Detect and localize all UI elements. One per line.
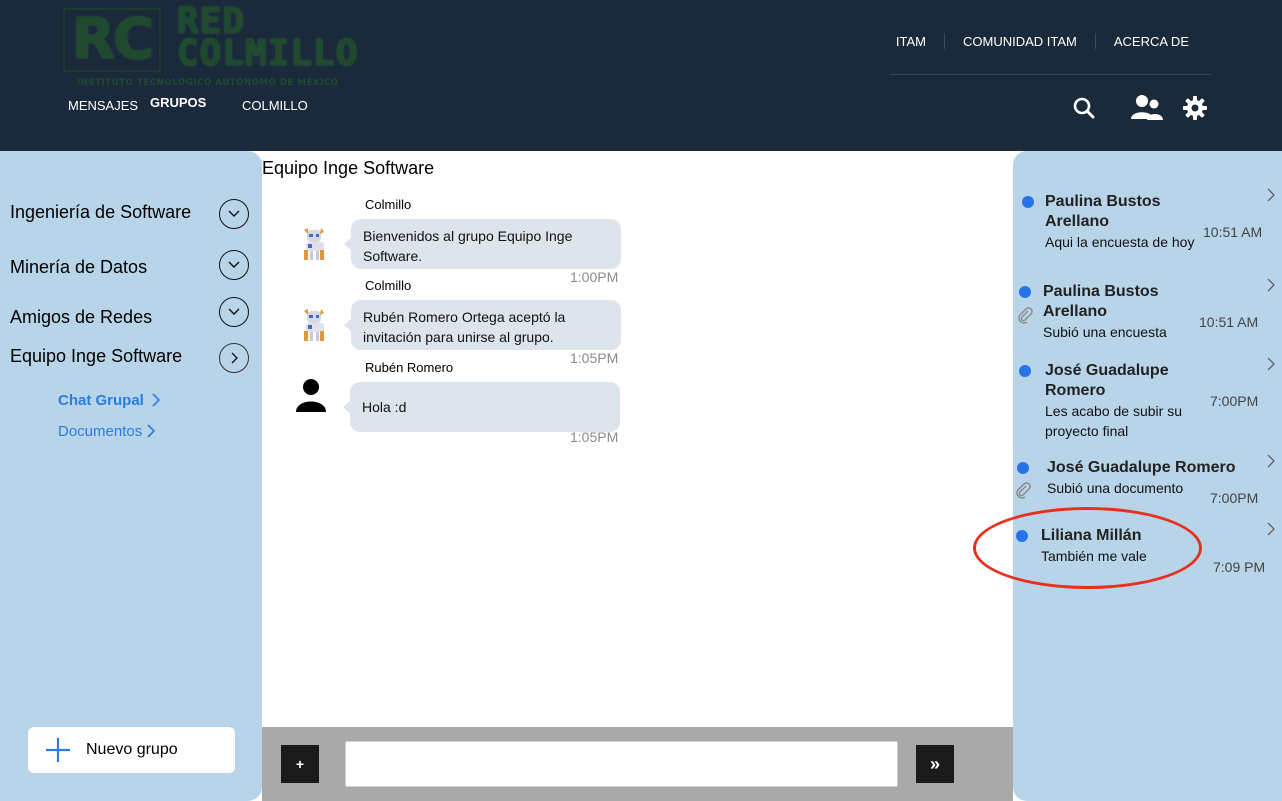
notification-sender: José Guadalupe Romero	[1045, 362, 1169, 399]
notification-text: Subió una encuesta	[1043, 324, 1167, 340]
logo-subtitle: INSTITUTO TECNOLÓGICO AUTÓNOMO DE MÉXICO	[77, 78, 339, 88]
top-link-acerca[interactable]: ACERCA DE	[1096, 34, 1207, 49]
notification-time: 10:51 AM	[1203, 224, 1263, 240]
top-nav-underline	[890, 74, 1212, 75]
app-header: RC RED COLMILLO INSTITUTO TECNOLÓGICO AU…	[0, 0, 1282, 151]
message-bubble: Rubén Romero Ortega aceptó la invitación…	[344, 300, 621, 350]
notification-item[interactable]: José Guadalupe Romero Subió una document…	[1013, 453, 1282, 513]
plus-icon	[46, 738, 70, 762]
top-nav: ITAM COMUNIDAD ITAM ACERCA DE	[878, 33, 1207, 49]
message-time: 1:05PM	[570, 350, 619, 366]
highlight-annotation	[973, 507, 1202, 589]
bubble-tail	[343, 400, 351, 414]
message-sender: Colmillo	[365, 197, 412, 212]
tab-mensajes[interactable]: MENSAJES	[68, 98, 150, 113]
message-composer: + »	[262, 727, 1013, 801]
message-bubble: Hola :d	[343, 382, 620, 432]
message-time: 1:00PM	[570, 269, 619, 285]
paperclip-icon	[1018, 307, 1033, 324]
unread-dot	[1019, 365, 1031, 377]
chevron-right-icon	[231, 352, 238, 364]
unread-dot	[1022, 196, 1034, 208]
group-item-mineria[interactable]: Minería de Datos	[10, 257, 147, 278]
top-link-itam[interactable]: ITAM	[878, 34, 944, 49]
chevron-right-icon	[147, 424, 156, 438]
subitem-documentos-label: Documentos	[58, 422, 143, 440]
unread-dot	[1017, 462, 1029, 474]
tab-grupos[interactable]: GRUPOS	[150, 95, 242, 110]
chevron-right-icon	[1267, 357, 1275, 371]
main-tabs: MENSAJES GRUPOS COLMILLO	[68, 95, 308, 113]
group-item-equipo[interactable]: Equipo Inge Software	[10, 346, 182, 367]
logo-initials: RC	[63, 8, 161, 72]
expand-amigos-button[interactable]	[219, 297, 249, 327]
chevron-down-icon	[228, 308, 240, 315]
red-colmillo-logo[interactable]: RC RED COLMILLO INSTITUTO TECNOLÓGICO AU…	[63, 1, 375, 90]
message-text: Hola :d	[362, 399, 407, 415]
chevron-right-icon	[1267, 188, 1275, 202]
tab-colmillo[interactable]: COLMILLO	[242, 98, 308, 113]
subitem-chat-grupal-label: Chat Grupal	[58, 391, 144, 409]
notification-text: Subió una documento	[1047, 480, 1184, 496]
group-item-ingenieria[interactable]: Ingeniería de Software	[10, 202, 191, 223]
new-group-button[interactable]: Nuevo grupo	[28, 727, 235, 773]
robot-dog-icon	[304, 309, 324, 341]
subitem-chat-grupal[interactable]: Chat Grupal	[58, 391, 163, 409]
search-icon[interactable]	[1070, 94, 1098, 122]
send-button[interactable]: »	[916, 745, 954, 783]
chevron-down-icon	[228, 210, 240, 217]
notification-sender: José Guadalupe Romero	[1047, 459, 1236, 476]
notification-sender: Paulina Bustos Arellano	[1043, 283, 1159, 320]
chevron-right-icon	[1267, 278, 1275, 292]
subitem-documentos[interactable]: Documentos	[58, 422, 158, 440]
open-equipo-button[interactable]	[219, 343, 249, 373]
message-text: Rubén Romero Ortega aceptó la invitación…	[363, 309, 566, 345]
groups-sidebar: Ingeniería de Software Minería de Datos …	[0, 151, 262, 801]
chat-title: Equipo Inge Software	[262, 158, 435, 178]
chevron-right-icon	[152, 393, 160, 407]
notification-item[interactable]: Paulina Bustos Arellano Subió una encues…	[1013, 277, 1282, 347]
group-item-amigos[interactable]: Amigos de Redes	[10, 307, 152, 328]
bubble-tail	[344, 237, 352, 251]
top-link-comunidad[interactable]: COMUNIDAD ITAM	[945, 34, 1095, 49]
chat-panel: Equipo Inge Software Colmillo Bienvenido…	[262, 151, 1013, 727]
gear-icon[interactable]	[1182, 95, 1208, 121]
notifications-panel: Paulina Bustos Arellano Aqui la encuesta…	[1013, 151, 1282, 801]
notification-item[interactable]: José Guadalupe Romero Les acabo de subir…	[1013, 356, 1282, 446]
notification-text: Aqui la encuesta de hoy	[1045, 234, 1195, 250]
logo-name: RED COLMILLO	[177, 1, 359, 74]
chevron-right-icon	[1267, 454, 1275, 468]
unread-dot	[1019, 286, 1031, 298]
new-group-label: Nuevo grupo	[86, 741, 178, 758]
notification-time: 7:00PM	[1210, 490, 1259, 506]
message-bubble: Bienvenidos al grupo Equipo Inge Softwar…	[344, 219, 621, 269]
notification-text: Les acabo de subir su proyecto final	[1045, 403, 1182, 439]
notification-time: 7:09 PM	[1213, 559, 1266, 575]
message-sender: Colmillo	[365, 278, 412, 293]
expand-mineria-button[interactable]	[219, 250, 249, 280]
expand-ingenieria-button[interactable]	[219, 199, 249, 229]
message-sender: Rubén Romero	[365, 360, 454, 375]
attach-button[interactable]: +	[281, 745, 319, 783]
message-input[interactable]	[345, 741, 898, 787]
notification-time: 7:00PM	[1210, 393, 1259, 409]
bubble-tail	[344, 318, 352, 332]
robot-dog-icon	[304, 228, 324, 260]
notification-item[interactable]: Paulina Bustos Arellano Aqui la encuesta…	[1013, 187, 1282, 277]
chevron-down-icon	[228, 261, 240, 268]
person-icon	[296, 379, 326, 412]
notification-sender: Paulina Bustos Arellano	[1045, 193, 1161, 230]
chevron-right-icon	[1267, 522, 1275, 536]
users-icon[interactable]	[1130, 93, 1164, 121]
message-text: Bienvenidos al grupo Equipo Inge Softwar…	[363, 228, 573, 264]
notification-time: 10:51 AM	[1199, 314, 1259, 330]
paperclip-icon	[1016, 482, 1031, 499]
message-time: 1:05PM	[570, 429, 619, 445]
